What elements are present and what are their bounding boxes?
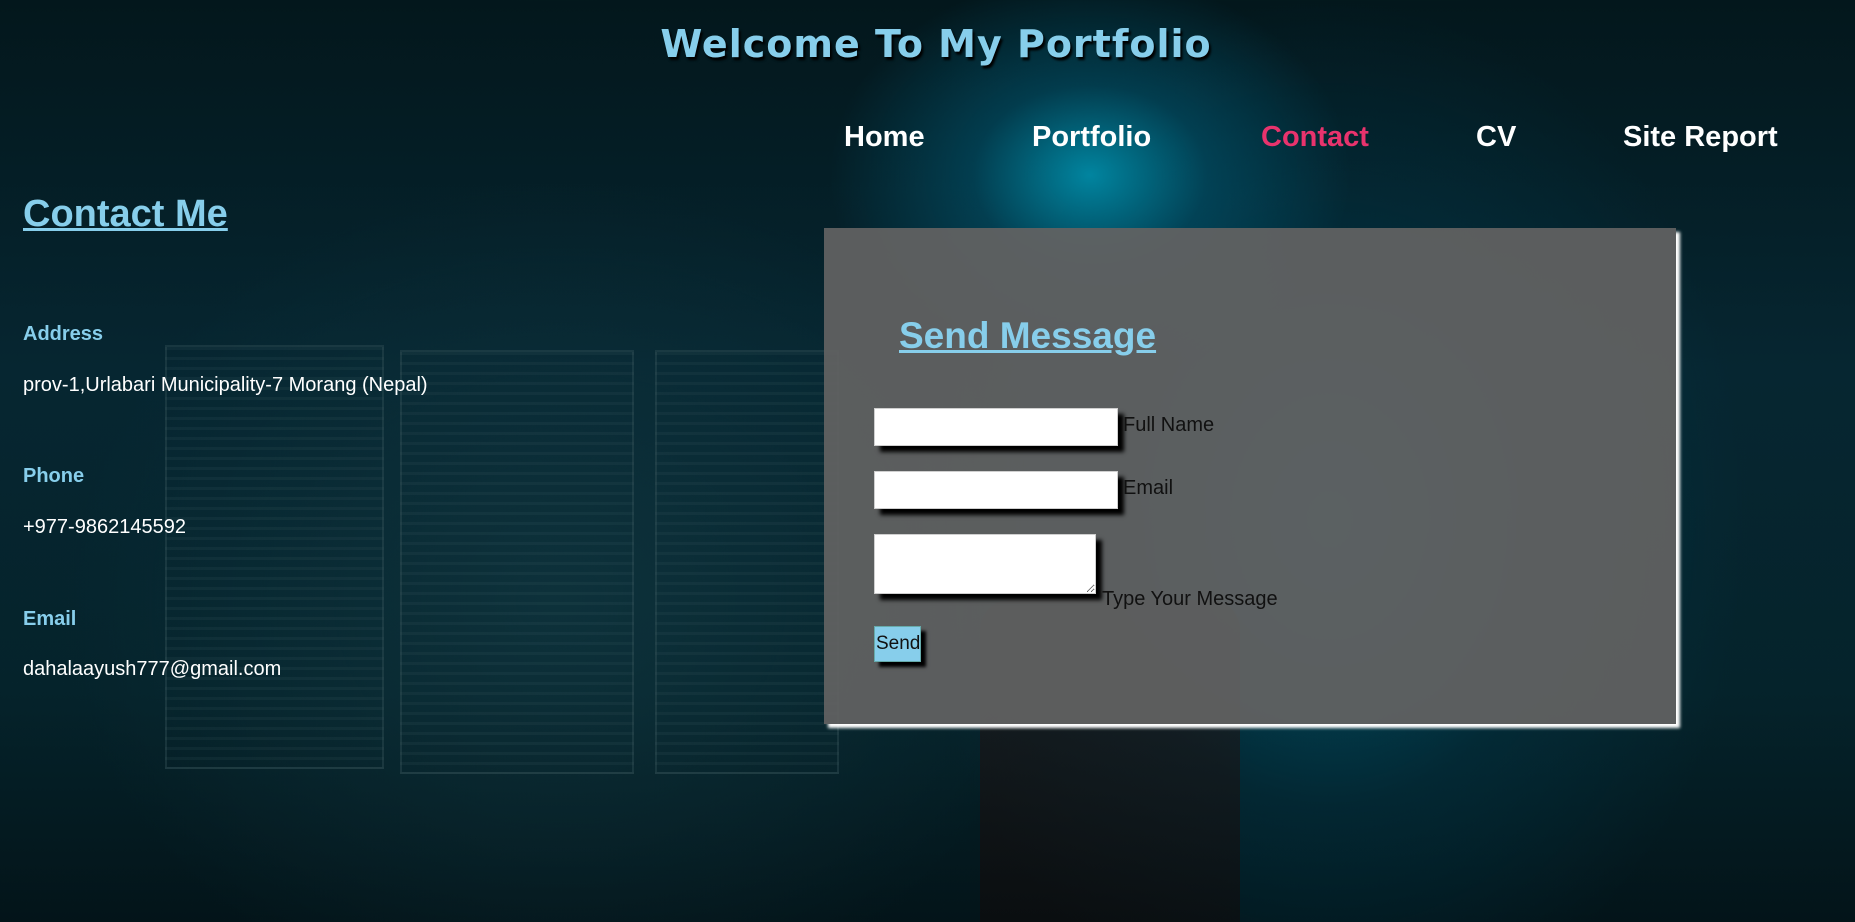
background-window-left <box>165 345 384 769</box>
nav-portfolio-link[interactable]: Portfolio <box>1032 121 1151 154</box>
background-window-middle <box>400 350 634 774</box>
email-field-label: Email <box>1123 477 1174 499</box>
contact-heading: Contact Me <box>23 193 228 235</box>
background-window-right <box>655 350 839 774</box>
nav-contact-link[interactable]: Contact <box>1261 121 1369 154</box>
full-name-label: Full Name <box>1123 414 1215 436</box>
email-input[interactable] <box>874 471 1118 509</box>
nav-home-link[interactable]: Home <box>844 121 925 154</box>
address-label: Address <box>23 323 104 345</box>
nav-cv-link[interactable]: CV <box>1476 121 1516 154</box>
form-heading: Send Message <box>899 315 1157 356</box>
phone-value: +977-9862145592 <box>23 516 186 538</box>
email-value: dahalaayush777@gmail.com <box>23 658 282 680</box>
send-message-form: Send Message Full Name Email Type Your M… <box>824 228 1676 724</box>
message-label: Type Your Message <box>1102 588 1278 610</box>
message-textarea[interactable] <box>874 534 1096 594</box>
site-title: Welcome To My Portfolio <box>660 22 1212 66</box>
nav-site-report-link[interactable]: Site Report <box>1623 121 1778 154</box>
main-nav: Home Portfolio Contact CV Site Report <box>0 121 1855 161</box>
address-value: prov-1,Urlabari Municipality-7 Morang (N… <box>23 374 428 396</box>
send-button[interactable]: Send <box>874 626 921 662</box>
email-label: Email <box>23 608 77 630</box>
full-name-input[interactable] <box>874 408 1118 446</box>
phone-label: Phone <box>23 465 85 487</box>
